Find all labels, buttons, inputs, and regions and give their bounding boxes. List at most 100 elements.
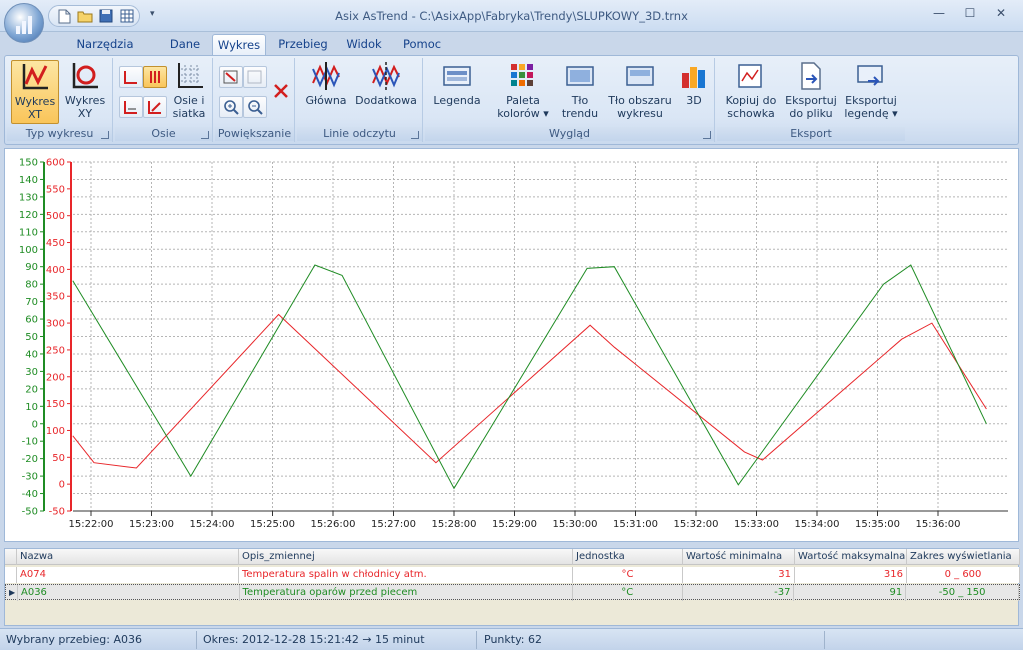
y-tick-label-a074: 550 xyxy=(46,184,65,195)
tab-wykres[interactable]: Wykres xyxy=(212,34,266,56)
tab-przebieg[interactable]: Przebieg xyxy=(274,34,332,56)
close-button[interactable]: ✕ xyxy=(986,2,1016,24)
axis-left-icon xyxy=(124,71,137,84)
application-menu-button[interactable] xyxy=(4,3,44,43)
wykres-xy-button[interactable]: Wykres XY xyxy=(61,60,109,124)
group-linie-odczytu: Główna Dodatkowa Linie odczytu xyxy=(297,58,423,142)
maximize-button[interactable]: ☐ xyxy=(955,2,985,24)
row-max: 316 xyxy=(795,567,907,583)
row-unit: °C xyxy=(573,567,683,583)
y-tick-label-a036: 120 xyxy=(19,210,38,221)
trend-background-icon xyxy=(564,60,596,92)
tab-widok[interactable]: Widok xyxy=(340,34,388,56)
zoom-in-button[interactable] xyxy=(219,96,243,118)
osie-i-siatka-button[interactable]: Osie i siatka xyxy=(169,60,209,124)
status-selected-series: Wybrany przebieg: A036 xyxy=(6,633,142,646)
y-tick-label-a036: -50 xyxy=(22,507,38,518)
zoom-area-button[interactable] xyxy=(219,66,243,88)
table-row[interactable]: A074 Temperatura spalin w chłodnicy atm.… xyxy=(5,567,1020,583)
y-tick-label-a036: 30 xyxy=(25,367,38,378)
wyglad-dialog-launcher[interactable] xyxy=(703,131,711,139)
axis-bottom-button[interactable] xyxy=(119,96,143,118)
group-label-typ-wykresu: Typ wykresu xyxy=(7,127,112,141)
y-tick-label-a074: 500 xyxy=(46,211,65,222)
axis-multi-button[interactable] xyxy=(143,66,167,88)
zoom-out-icon xyxy=(248,100,263,115)
dodatkowa-button[interactable]: Dodatkowa xyxy=(353,60,419,124)
y-tick-label-a074: 300 xyxy=(46,319,65,330)
trend-chart[interactable]: 15:22:00 15:23:00 15:24:00 15:25:00 15:26:00… xyxy=(4,148,1019,542)
zoom-disabled-button[interactable] xyxy=(243,66,267,88)
minimize-button[interactable]: — xyxy=(924,2,954,24)
row-selector[interactable] xyxy=(5,567,17,583)
y-tick-label-a036: 110 xyxy=(19,227,38,238)
linie-odczytu-dialog-launcher[interactable] xyxy=(411,131,419,139)
trend-chart-svg: 15:22:00 15:23:00 15:24:00 15:25:00 15:26:00… xyxy=(19,158,1008,530)
tab-pomoc[interactable]: Pomoc xyxy=(396,34,448,56)
y-tick-label-a036: 80 xyxy=(25,280,38,291)
osie-dialog-launcher[interactable] xyxy=(201,131,209,139)
x-tick-label: 15:26:00 xyxy=(311,519,356,530)
xy-chart-icon xyxy=(69,60,101,92)
wykres-xt-button[interactable]: Wykres XT xyxy=(11,60,59,124)
zoom-cancel-button[interactable] xyxy=(269,80,293,102)
row-name: A074 xyxy=(17,567,239,583)
legend-icon xyxy=(441,60,473,92)
group-eksport: Kopiuj do schowka Eksportuj do pliku Eks… xyxy=(717,58,905,142)
y-tick-label-a074: 0 xyxy=(59,480,65,491)
group-label-powiekszanie: Powiększanie xyxy=(215,127,294,141)
tab-narzedzia-glowne[interactable]: Narzędzia główne xyxy=(54,34,156,71)
row-unit: °C xyxy=(573,585,683,601)
group-powiekszanie: Powiększanie xyxy=(215,58,295,142)
header-zakres[interactable]: Zakres wyświetlania xyxy=(907,549,1020,565)
x-tick-label: 15:25:00 xyxy=(250,519,295,530)
row-min: 31 xyxy=(683,567,795,583)
axis-left-button[interactable] xyxy=(119,66,143,88)
y-tick-label-a074: 200 xyxy=(46,372,65,383)
y-tick-label-a036: 0 xyxy=(32,419,38,430)
ribbon-tabs: Narzędzia główne Dane Wykres Przebieg Wi… xyxy=(0,32,1023,71)
row-selector-header xyxy=(5,549,17,565)
clipboard-copy-icon xyxy=(735,60,767,92)
status-bar: Wybrany przebieg: A036 Okres: 2012-12-28… xyxy=(0,628,1023,650)
y-tick-label-a074: -50 xyxy=(49,507,65,518)
y-tick-label-a036: -40 xyxy=(22,489,38,500)
header-min[interactable]: Wartość minimalna xyxy=(683,549,795,565)
group-wyglad: Legenda Paleta kolorów ▾ Tło trendu Tło … xyxy=(425,58,715,142)
legenda-button[interactable]: Legenda xyxy=(429,60,485,124)
row-desc: Temperatura spalin w chłodnicy atm. xyxy=(239,567,573,583)
group-label-osie: Osie xyxy=(115,127,212,141)
export-legend-icon xyxy=(855,60,887,92)
tab-dane[interactable]: Dane xyxy=(162,34,208,56)
y-tick-label-a036: 50 xyxy=(25,332,38,343)
y-tick-label-a074: 150 xyxy=(46,399,65,410)
eksportuj-legende-button[interactable]: Eksportuj legendę ▾ xyxy=(841,60,901,124)
header-opis[interactable]: Opis_zmiennej xyxy=(239,549,573,565)
glowna-button[interactable]: Główna xyxy=(301,60,351,124)
export-file-icon xyxy=(795,60,827,92)
tlo-trendu-button[interactable]: Tło trendu xyxy=(557,60,603,124)
header-jednostka[interactable]: Jednostka xyxy=(573,549,683,565)
3d-bars-icon xyxy=(678,60,710,92)
table-row-selected[interactable]: ▶ A036 Temperatura oparów przed piecem °… xyxy=(5,584,1020,601)
x-tick-label: 15:28:00 xyxy=(432,519,477,530)
axis-multi-icon xyxy=(150,71,160,83)
x-tick-label: 15:23:00 xyxy=(129,519,174,530)
y-tick-label-a036: -30 xyxy=(22,472,38,483)
zoom-out-button[interactable] xyxy=(243,96,267,118)
typ-wykresu-dialog-launcher[interactable] xyxy=(101,131,109,139)
x-tick-label: 15:29:00 xyxy=(492,519,537,530)
y-tick-label-a036: 60 xyxy=(25,315,38,326)
y-tick-label-a036: -10 xyxy=(22,437,38,448)
header-nazwa[interactable]: Nazwa xyxy=(17,549,239,565)
group-osie: Osie i siatka Osie xyxy=(115,58,213,142)
3d-button[interactable]: 3D xyxy=(677,60,711,124)
row-range: -50 _ 150 xyxy=(906,585,1019,601)
header-max[interactable]: Wartość maksymalna xyxy=(795,549,907,565)
paleta-kolorow-button[interactable]: Paleta kolorów ▾ xyxy=(493,60,553,124)
tlo-obszaru-button[interactable]: Tło obszaru wykresu xyxy=(607,60,673,124)
kopiuj-do-schowka-button[interactable]: Kopiuj do schowka xyxy=(721,60,781,124)
x-tick-label: 15:35:00 xyxy=(855,519,900,530)
eksportuj-do-pliku-button[interactable]: Eksportuj do pliku xyxy=(783,60,839,124)
axis-cross-button[interactable] xyxy=(143,96,167,118)
